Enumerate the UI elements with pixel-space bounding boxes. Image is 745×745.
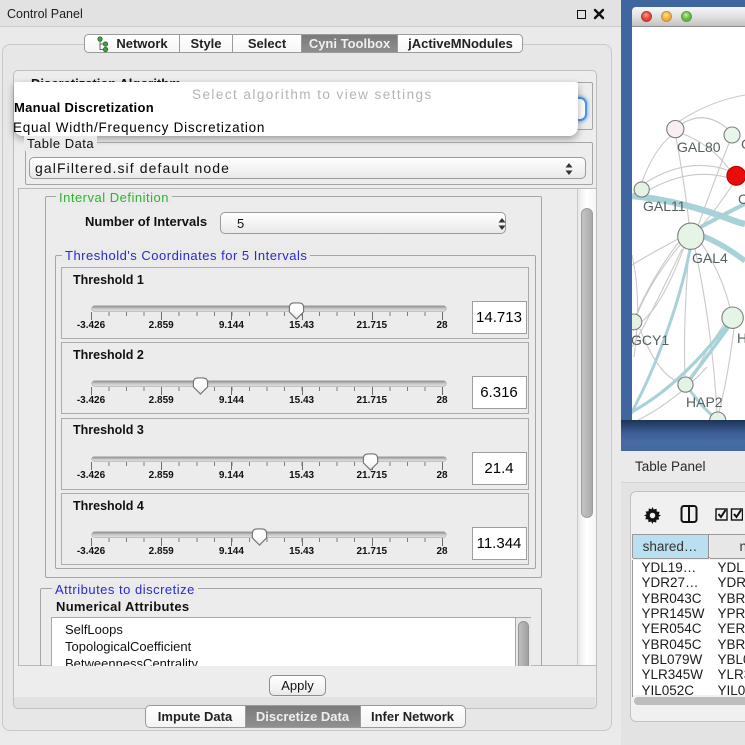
svg-text:GAL80: GAL80	[677, 139, 721, 155]
svg-text:H: H	[737, 330, 745, 346]
svg-text:GAL4: GAL4	[692, 250, 728, 266]
svg-text:GAL11: GAL11	[643, 198, 686, 214]
svg-text:GCY1: GCY1	[632, 332, 669, 348]
svg-text:HAP2: HAP2	[686, 394, 723, 410]
svg-text:G.: G.	[741, 136, 745, 152]
svg-text:C: C	[738, 191, 745, 207]
